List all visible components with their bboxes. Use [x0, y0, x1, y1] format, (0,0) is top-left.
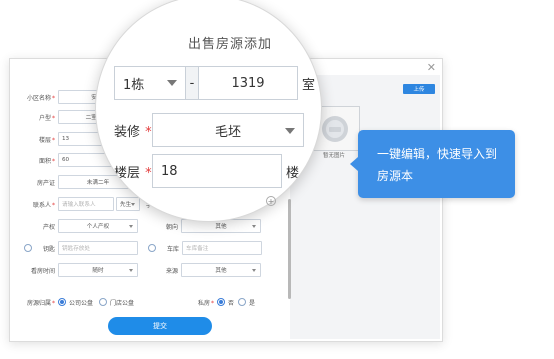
callout-line-2: 房源本 — [377, 169, 414, 183]
contact-input[interactable]: 请输入联系人 — [58, 197, 114, 211]
mag-title: 出售房源添加 — [188, 37, 273, 52]
private-yes-label: 是 — [249, 299, 256, 307]
private-label: 私房* — [198, 299, 215, 307]
mag-dash: - — [185, 66, 199, 100]
mag-room-input[interactable]: 1319 — [198, 66, 298, 100]
scrollbar[interactable] — [288, 199, 291, 299]
garage-radio[interactable] — [148, 244, 156, 252]
floor-label: 楼层* — [38, 136, 55, 144]
mag-room-unit: 室 — [302, 78, 316, 93]
ownership-store-label: 门店公盘 — [110, 299, 135, 307]
feature-callout: 一键编辑，快速导入到 房源本 — [350, 130, 515, 198]
key-label: 钥匙 — [42, 245, 55, 253]
mag-floor-label: 楼层 * — [114, 166, 152, 181]
unit-label: 户型* — [38, 114, 55, 122]
property-select[interactable]: 个人产权 — [58, 219, 138, 233]
ownership-company-radio[interactable] — [58, 298, 66, 306]
area-label: 面积* — [38, 157, 55, 165]
orientation-label: 朝向 — [165, 223, 178, 231]
viewing-select[interactable]: 随时 — [58, 263, 138, 277]
mag-floor-unit: 楼 — [286, 166, 300, 181]
viewing-label: 看房时间 — [30, 267, 55, 275]
upload-button[interactable]: 上传 — [403, 84, 435, 94]
ownership-label: 房源归属* — [26, 299, 55, 307]
source-label: 来源 — [165, 267, 178, 275]
callout-line-1: 一键编辑，快速导入到 — [377, 147, 498, 161]
close-icon[interactable]: ✕ — [427, 61, 436, 74]
key-input[interactable]: 钥匙存放处 — [58, 241, 138, 255]
chevron-down-icon — [167, 80, 177, 86]
mag-decoration-select[interactable]: 毛坯 — [152, 113, 304, 147]
key-radio[interactable] — [24, 244, 32, 252]
submit-button[interactable]: 提交 — [108, 317, 212, 335]
deed-label: 房产证 — [36, 179, 55, 187]
garage-label: 车库 — [166, 245, 179, 253]
image-placeholder-icon — [321, 115, 348, 142]
mag-building-select[interactable]: 1栋 — [114, 66, 186, 100]
contact-label: 联系人* — [32, 201, 55, 209]
ownership-store-radio[interactable] — [99, 298, 108, 306]
ownership-company-label: 公司公盘 — [69, 299, 94, 307]
chevron-down-icon — [285, 128, 295, 134]
private-yes-radio[interactable] — [238, 298, 247, 306]
property-label: 产权 — [42, 223, 55, 231]
private-no-label: 否 — [228, 299, 235, 307]
mag-floor-input[interactable]: 18 — [152, 154, 282, 188]
add-phone-icon[interactable]: + — [266, 196, 276, 206]
area-input[interactable]: 60 — [58, 153, 112, 167]
source-select[interactable]: 其他 — [181, 263, 261, 277]
garage-input[interactable]: 车库备注 — [182, 241, 262, 255]
mag-decoration-label: 装修 * — [114, 125, 152, 140]
community-label: 小区名称* — [26, 94, 55, 102]
private-no-radio[interactable] — [217, 298, 226, 306]
contact-title-select[interactable]: 先生 — [116, 197, 140, 211]
